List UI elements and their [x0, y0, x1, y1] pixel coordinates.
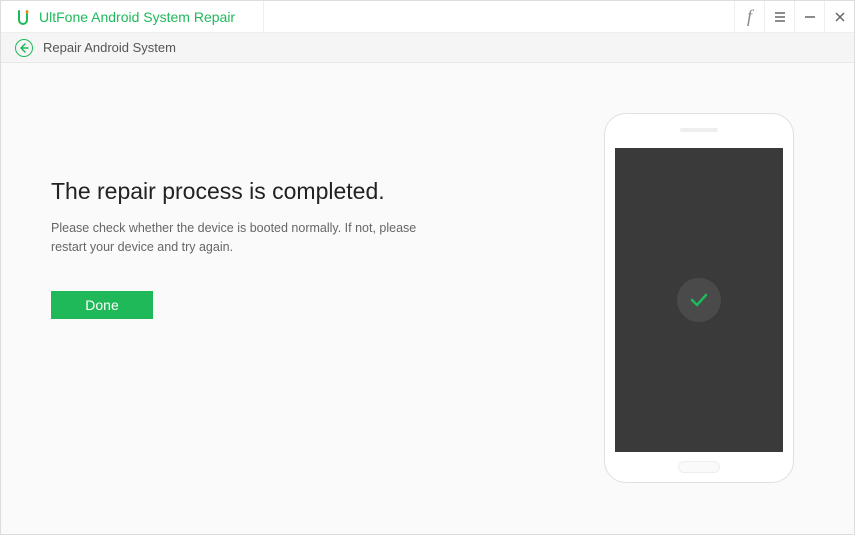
titlebar: UltFone Android System Repair f: [1, 1, 854, 33]
back-button[interactable]: [15, 39, 33, 57]
phone-screen: [615, 148, 783, 452]
done-button[interactable]: Done: [51, 291, 153, 319]
minimize-button[interactable]: [794, 1, 824, 32]
menu-icon[interactable]: [764, 1, 794, 32]
page-subtext: Please check whether the device is boote…: [51, 219, 451, 257]
app-logo-icon: [15, 9, 31, 25]
breadcrumb-text: Repair Android System: [43, 40, 176, 55]
left-column: The repair process is completed. Please …: [51, 113, 534, 504]
checkmark-icon: [687, 288, 711, 312]
facebook-icon[interactable]: f: [734, 1, 764, 32]
app-title: UltFone Android System Repair: [39, 9, 235, 25]
close-button[interactable]: [824, 1, 854, 32]
check-circle: [677, 278, 721, 322]
main-content: The repair process is completed. Please …: [1, 63, 854, 534]
titlebar-left: UltFone Android System Repair: [1, 1, 264, 32]
app-window: UltFone Android System Repair f: [0, 0, 855, 535]
phone-mockup: [604, 113, 794, 483]
phone-home-button: [678, 461, 720, 473]
titlebar-divider: [263, 1, 264, 32]
right-column: [594, 113, 804, 504]
page-heading: The repair process is completed.: [51, 178, 534, 205]
breadcrumb-bar: Repair Android System: [1, 33, 854, 63]
titlebar-right: f: [734, 1, 854, 32]
phone-speaker: [680, 128, 718, 132]
